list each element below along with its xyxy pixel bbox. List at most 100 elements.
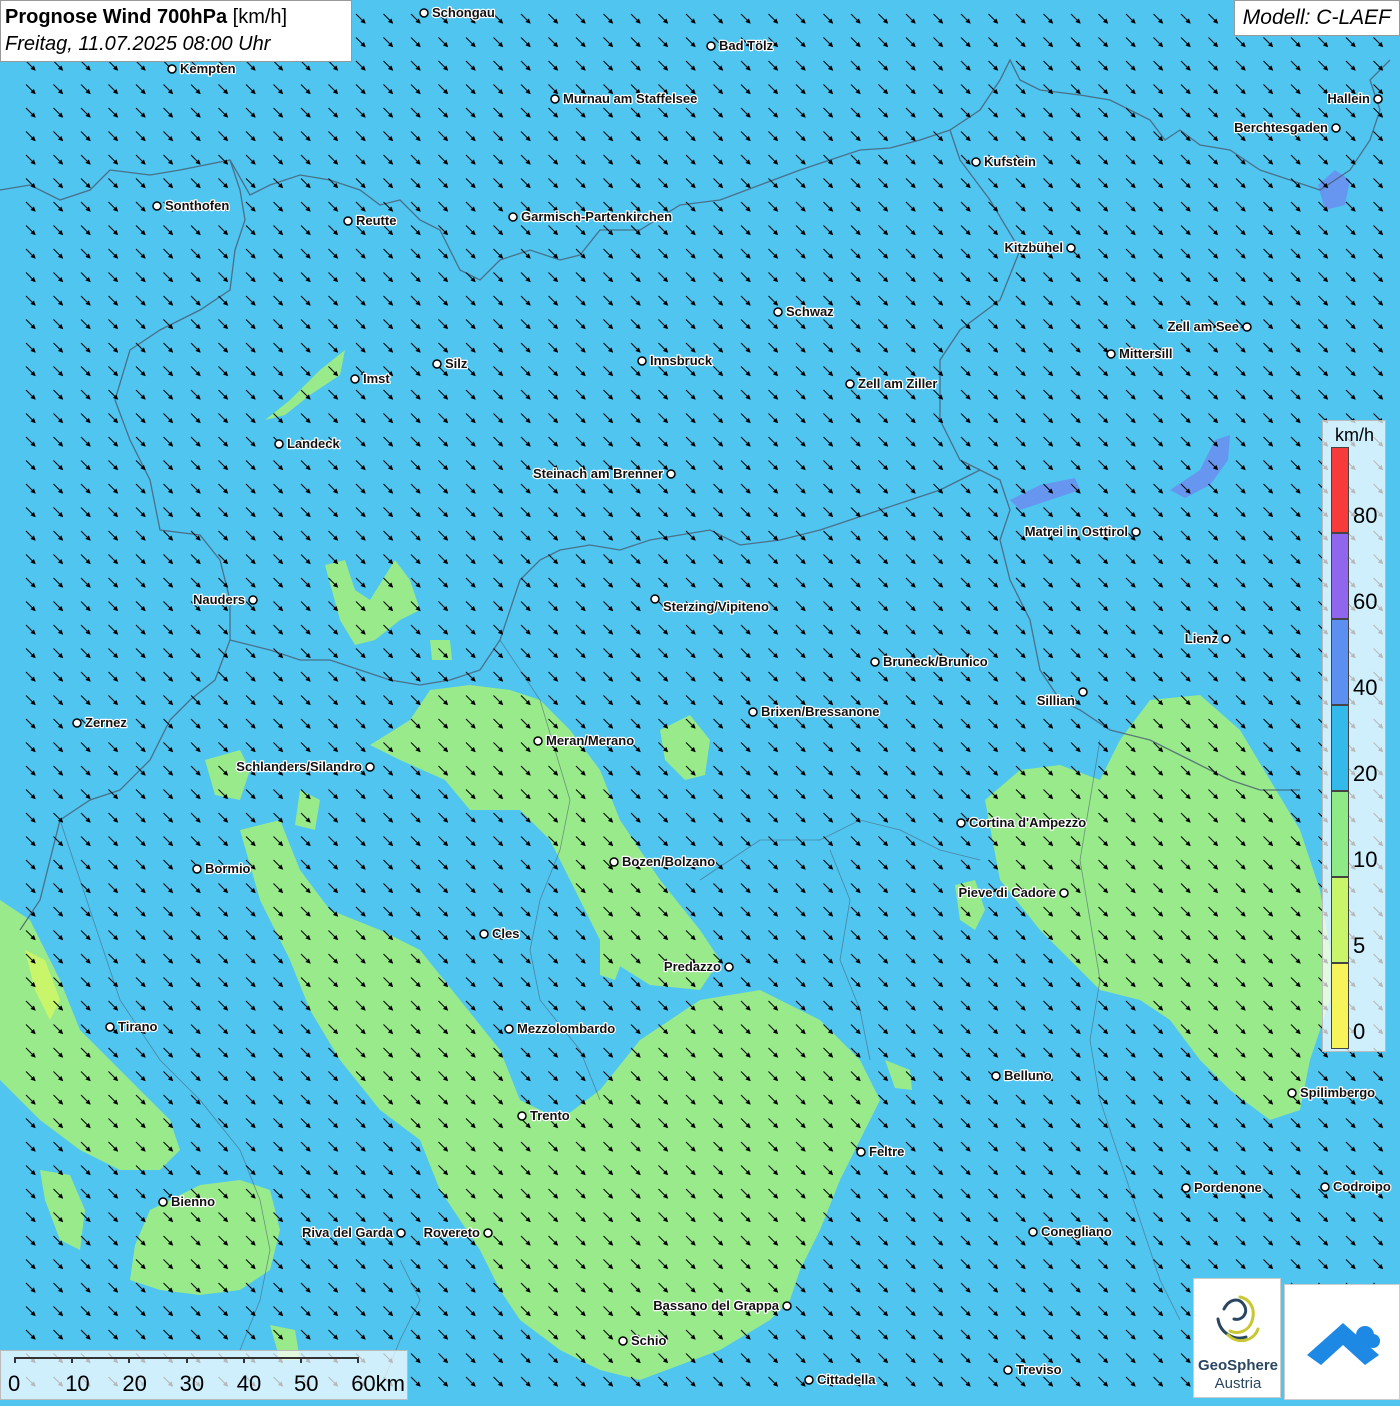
city-dot (1003, 1365, 1013, 1375)
city-dot (479, 929, 489, 939)
city-label: Cittadella (817, 1372, 876, 1387)
city-label: Mittersill (1119, 346, 1172, 361)
city-dot (365, 762, 375, 772)
city-label: Mezzolombardo (517, 1021, 615, 1036)
wind-map[interactable]: Schongau Bad Tölz Kempten Murnau am Staffel… (0, 0, 1400, 1400)
geosphere-country: Austria (1214, 1375, 1262, 1392)
city-label: Pordenone (1194, 1180, 1262, 1195)
legend-swatch (1331, 619, 1349, 705)
scale-tick (300, 1357, 302, 1363)
city-dot (343, 216, 353, 226)
city-marker[interactable]: Mezzolombardo (504, 1020, 616, 1037)
city-marker[interactable]: Garmisch-Partenkirchen (508, 208, 673, 225)
city-marker[interactable]: Zell am Ziller (845, 375, 939, 392)
city-label: Zell am Ziller (858, 376, 937, 391)
city-marker[interactable]: Schongau (419, 4, 496, 21)
city-dot (350, 374, 360, 384)
city-dot (192, 864, 202, 874)
scale-label: 10 (65, 1371, 90, 1396)
city-dot (1181, 1183, 1191, 1193)
city-label: Schio (631, 1333, 666, 1348)
city-dot (1106, 349, 1116, 359)
city-label: Imst (363, 371, 390, 386)
city-dot (650, 594, 660, 604)
scale-label: 0 (8, 1371, 21, 1396)
city-label: Codroipo (1333, 1179, 1391, 1194)
city-marker[interactable]: Berchtesgaden (1233, 119, 1341, 136)
city-marker[interactable]: Murnau am Staffelsee (550, 90, 699, 107)
city-label: Rovereto (424, 1225, 480, 1240)
city-label: Predazzo (664, 959, 721, 974)
city-label: Bormio (205, 861, 251, 876)
title-unit: [km/h] (232, 6, 288, 28)
city-marker[interactable]: Riva del Garda (301, 1224, 406, 1241)
city-label: Silz (445, 356, 468, 371)
city-marker[interactable]: Meran/Merano (533, 732, 635, 749)
city-label: Brixen/Bressanone (761, 704, 880, 719)
weather-app-icon (1307, 1323, 1380, 1365)
city-dot (845, 379, 855, 389)
legend-value: 10 (1353, 847, 1378, 872)
legend-swatch (1331, 447, 1349, 533)
city-label: Schwaz (786, 304, 834, 319)
city-dot (274, 439, 284, 449)
city-dot (1320, 1182, 1330, 1192)
city-label: Spilimbergo (1300, 1085, 1375, 1100)
city-dot (419, 8, 429, 18)
city-dot (483, 1228, 493, 1238)
city-dot (167, 64, 177, 74)
scale-label: 30 (179, 1371, 205, 1396)
city-marker[interactable]: Steinach am Brenner (532, 465, 676, 482)
city-marker[interactable]: Conegliano (1028, 1223, 1113, 1240)
city-dot (706, 41, 716, 51)
map-title: Prognose Wind 700hPa [km/h] (5, 4, 347, 31)
scale-tick (128, 1357, 131, 1363)
city-dot (609, 857, 619, 867)
city-dot (432, 359, 442, 369)
city-dot (773, 307, 783, 317)
app-logo[interactable] (1284, 1284, 1400, 1400)
city-label: Schongau (432, 5, 495, 20)
city-dot (870, 657, 880, 667)
legend-value: 5 (1353, 933, 1366, 958)
city-marker[interactable]: Innsbruck (637, 352, 714, 369)
city-label: Cortina d'Ampezzo (969, 815, 1086, 830)
city-label: Bienno (171, 1194, 215, 1209)
city-dot (666, 469, 676, 479)
city-marker[interactable]: Schlanders/Silandro (235, 758, 375, 775)
city-label: Sillian (1037, 693, 1075, 708)
city-label: Kempten (180, 61, 236, 76)
city-marker[interactable]: Bozen/Bolzano (609, 853, 716, 870)
city-label: Kitzbühel (1005, 240, 1064, 255)
city-dot (248, 595, 258, 605)
city-marker[interactable]: Spilimbergo (1287, 1084, 1376, 1101)
city-marker[interactable]: Matrei in Osttirol (1024, 523, 1141, 540)
city-label: Cles (492, 926, 519, 941)
city-dot (517, 1111, 527, 1121)
city-dot (158, 1197, 168, 1207)
city-dot (1028, 1227, 1038, 1237)
geosphere-logo[interactable]: GeoSphere Austria (1193, 1278, 1281, 1398)
city-label: Landeck (287, 436, 341, 451)
city-marker[interactable]: Bruneck/Brunico (870, 653, 989, 670)
city-dot (72, 718, 82, 728)
city-marker[interactable]: Pordenone (1181, 1179, 1263, 1196)
city-label: Treviso (1016, 1362, 1062, 1377)
geosphere-emblem-icon (1216, 1295, 1260, 1343)
city-marker[interactable]: Bassano del Grappa (652, 1297, 792, 1314)
city-dot (804, 1375, 814, 1385)
scale-label: 40 (236, 1371, 262, 1396)
legend-value: 0 (1353, 1019, 1366, 1044)
scale-tick (357, 1357, 360, 1363)
city-marker[interactable]: Cortina d'Ampezzo (956, 814, 1087, 831)
city-label: Belluno (1004, 1068, 1052, 1083)
city-dot (1331, 123, 1341, 133)
city-marker[interactable]: Zell am See (1166, 318, 1252, 335)
city-label: Conegliano (1041, 1224, 1112, 1239)
city-marker[interactable]: Sonthofen (152, 197, 231, 214)
city-marker[interactable]: Pieve di Cadore (957, 884, 1069, 901)
city-label: Reutte (356, 213, 396, 228)
legend-value: 80 (1353, 503, 1378, 528)
city-dot (1066, 243, 1076, 253)
city-marker[interactable]: Brixen/Bressanone (748, 703, 881, 720)
